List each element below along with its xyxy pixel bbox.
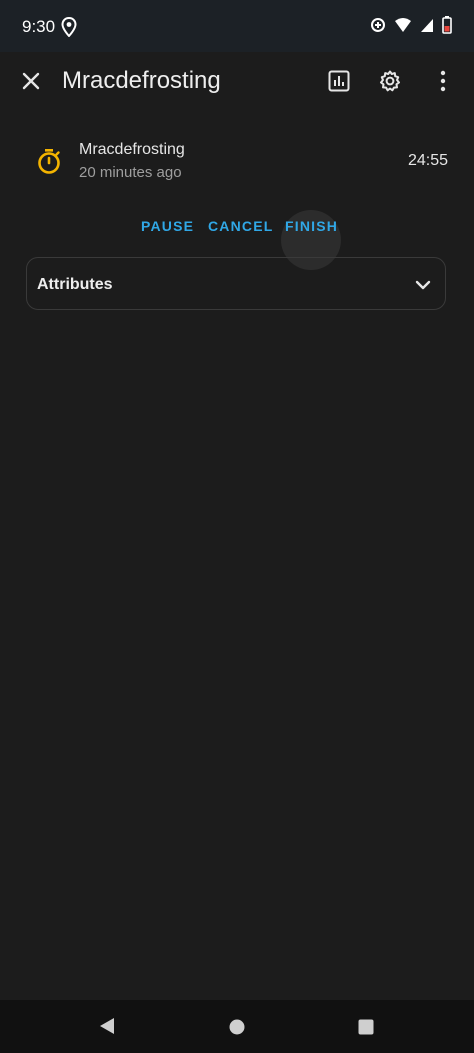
chevron-down-icon bbox=[413, 275, 433, 295]
data-saver-icon bbox=[370, 17, 386, 38]
close-button[interactable] bbox=[14, 64, 48, 98]
battery-icon bbox=[442, 16, 452, 39]
history-button[interactable] bbox=[322, 64, 356, 98]
cancel-button[interactable]: CANCEL bbox=[208, 218, 274, 234]
finish-button[interactable]: FINISH bbox=[285, 218, 338, 234]
history-icon bbox=[328, 70, 350, 92]
timer-actions: PAUSE CANCEL FINISH bbox=[0, 210, 474, 270]
status-bar: 9:30 bbox=[0, 0, 474, 52]
status-icons bbox=[370, 16, 452, 39]
location-icon bbox=[61, 16, 77, 42]
back-icon[interactable] bbox=[98, 1017, 116, 1040]
navigation-bar bbox=[0, 1000, 474, 1053]
home-icon[interactable] bbox=[229, 1019, 245, 1040]
attributes-expander[interactable]: Attributes bbox=[26, 257, 446, 310]
gear-icon bbox=[380, 70, 400, 92]
timer-icon bbox=[34, 146, 64, 176]
wifi-icon bbox=[394, 17, 412, 38]
page-title: Mracdefrosting bbox=[62, 67, 221, 94]
close-icon bbox=[22, 72, 40, 90]
settings-button[interactable] bbox=[373, 64, 407, 98]
more-options-button[interactable] bbox=[426, 64, 460, 98]
status-time: 9:30 bbox=[22, 17, 56, 36]
app-bar: Mracdefrosting bbox=[0, 52, 474, 112]
attributes-label: Attributes bbox=[37, 276, 113, 293]
signal-icon bbox=[420, 17, 434, 38]
screen: 9:30 Mracdefrosting Mracdefrosting 20 mi… bbox=[0, 0, 474, 1053]
entity-name: Mracdefrosting bbox=[79, 141, 185, 158]
more-vert-icon bbox=[440, 70, 446, 92]
entity-row: Mracdefrosting 20 minutes ago 24:55 bbox=[0, 132, 474, 192]
recents-icon[interactable] bbox=[358, 1019, 374, 1040]
entity-last-changed: 20 minutes ago bbox=[79, 164, 182, 181]
pause-button[interactable]: PAUSE bbox=[141, 218, 194, 234]
entity-state: 24:55 bbox=[407, 152, 448, 169]
